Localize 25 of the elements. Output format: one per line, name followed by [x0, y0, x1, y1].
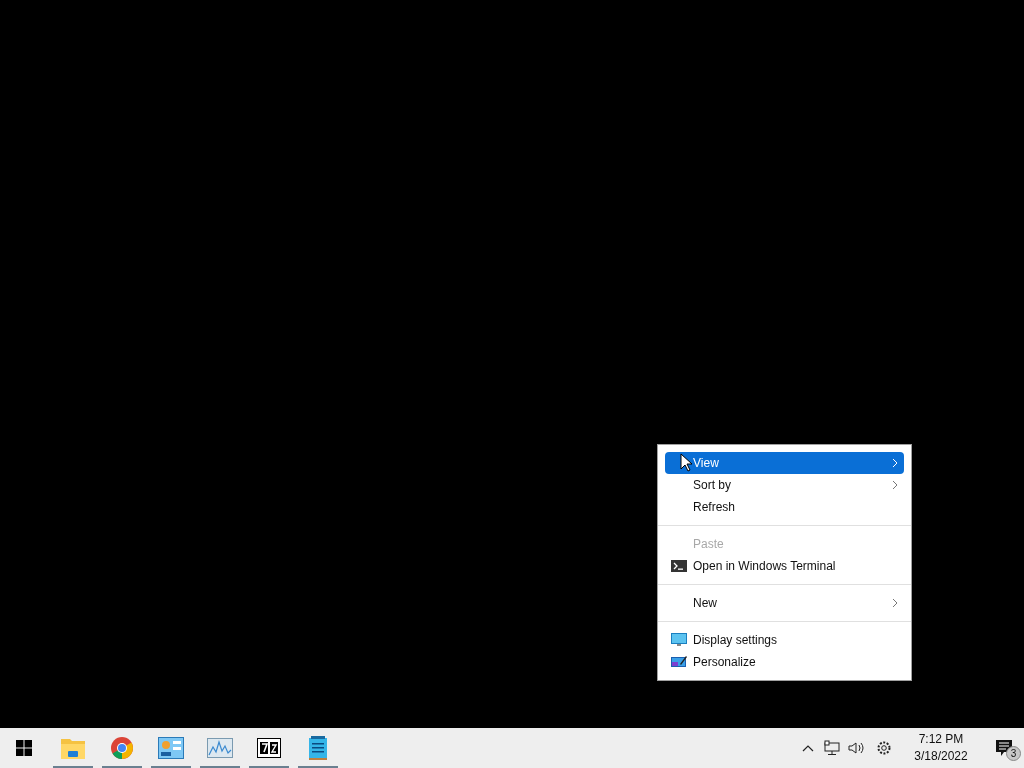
menu-item[interactable]: New: [665, 592, 904, 614]
menu-item[interactable]: View: [665, 452, 904, 474]
clock-time: 7:12 PM: [918, 731, 964, 748]
menu-item[interactable]: Display settings: [665, 629, 904, 651]
folder-icon[interactable]: [60, 737, 85, 759]
volume-icon: [848, 741, 866, 755]
menu-item[interactable]: Sort by: [665, 474, 904, 496]
menu-item[interactable]: Open in Windows Terminal: [665, 555, 904, 577]
terminal-icon: [671, 560, 687, 572]
personalize-icon: [671, 655, 687, 669]
network-icon: [824, 740, 840, 756]
settings-icon: [876, 740, 892, 756]
dashboard-icon[interactable]: [157, 737, 184, 759]
monitor-icon: [671, 633, 687, 647]
clock-date: 3/18/2022: [914, 748, 968, 765]
menu-item[interactable]: Refresh: [665, 496, 904, 518]
windows-logo-icon: [16, 740, 32, 756]
chevron-up-icon: [802, 744, 814, 752]
notification-count: 3: [1006, 746, 1021, 761]
menu-item[interactable]: Personalize: [665, 651, 904, 673]
performance-graph-icon[interactable]: [206, 738, 233, 758]
browser-icon[interactable]: [110, 737, 133, 759]
archive-icon[interactable]: [256, 738, 281, 758]
notepad-icon[interactable]: [308, 736, 327, 760]
mouse-cursor-icon: [680, 453, 692, 472]
